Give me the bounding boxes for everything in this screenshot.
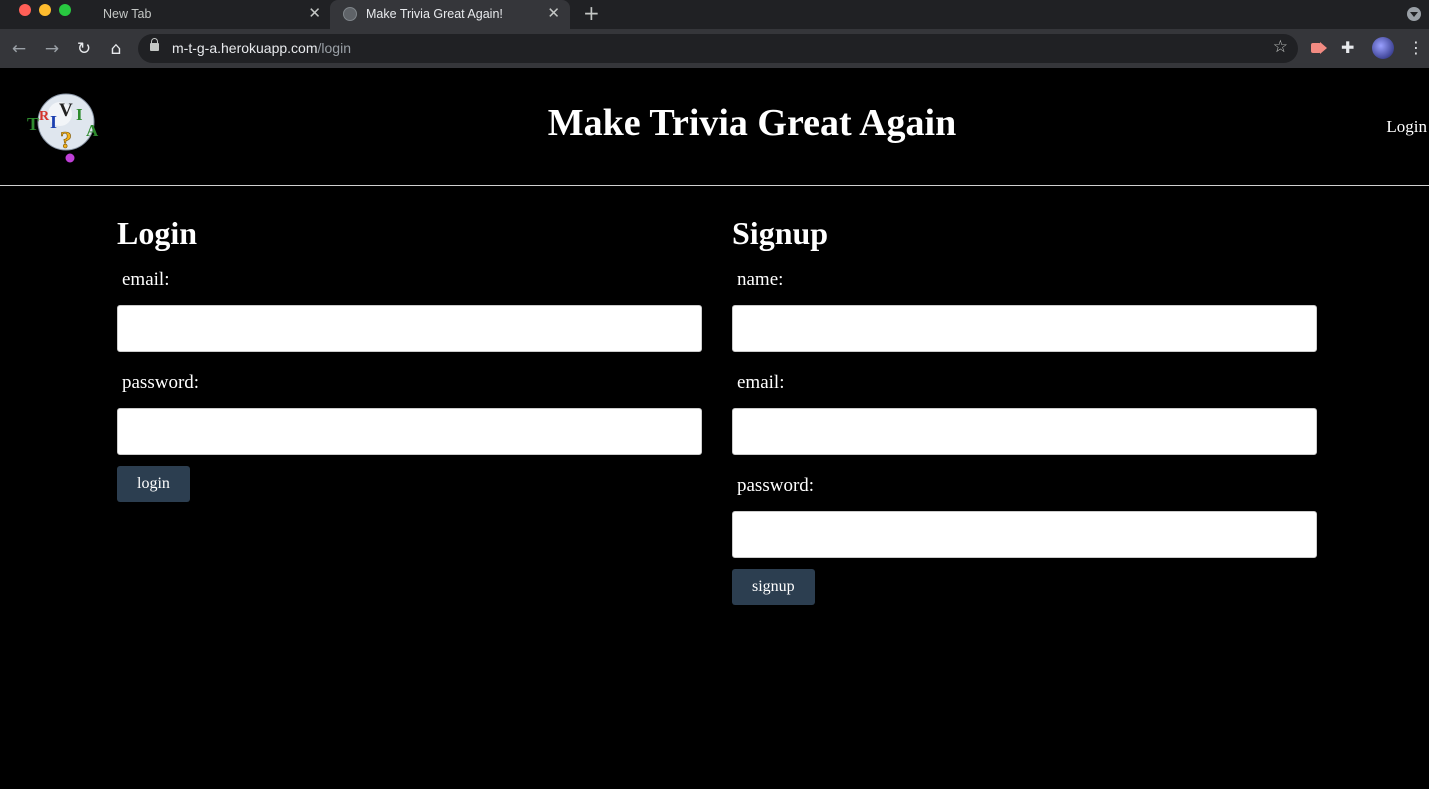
plus-icon[interactable]: + [583, 3, 600, 23]
signup-button[interactable]: signup [732, 569, 815, 605]
login-button[interactable]: login [117, 466, 190, 502]
url-host: m-t-g-a.herokuapp.com [172, 40, 318, 56]
login-password-field[interactable] [117, 408, 702, 455]
login-email-label: email: [122, 269, 170, 290]
arrow-right-icon[interactable]: → [41, 38, 63, 60]
signup-section: Signup name: email: password: signup [732, 214, 1318, 605]
window-minimize-button[interactable] [39, 4, 51, 16]
signup-email-label: email: [737, 372, 785, 393]
arrow-left-icon[interactable]: ← [8, 38, 30, 60]
signup-password-field[interactable] [732, 511, 1317, 558]
tab-title: Make Trivia Great Again! [366, 7, 503, 21]
video-extension-icon[interactable] [1310, 39, 1328, 57]
browser-tab-bar: New Tab ✕ Make Trivia Great Again! ✕ + [0, 0, 1429, 29]
signup-heading: Signup [732, 215, 829, 251]
star-icon[interactable]: ☆ [1273, 37, 1288, 57]
signup-name-label: name: [737, 269, 784, 290]
site-title: Make Trivia Great Again [547, 102, 957, 144]
lock-icon[interactable] [150, 38, 159, 51]
close-icon[interactable]: ✕ [547, 5, 560, 23]
tab-title: New Tab [103, 7, 152, 21]
tab-make-trivia[interactable]: Make Trivia Great Again! ✕ [330, 0, 570, 29]
login-email-field[interactable] [117, 305, 702, 352]
signup-email-field[interactable] [732, 408, 1317, 455]
tab-search-icon[interactable] [1407, 7, 1421, 21]
url-path: /login [317, 40, 351, 56]
browser-toolbar: ← → ↻ ⌂ m-t-g-a.herokuapp.com/login ☆ ✚ … [0, 29, 1429, 68]
window-close-button[interactable] [19, 4, 31, 16]
address-bar[interactable]: m-t-g-a.herokuapp.com/login ☆ [138, 34, 1298, 63]
url-text[interactable]: m-t-g-a.herokuapp.com/login [172, 40, 351, 56]
login-section: Login email: password: login [117, 214, 703, 502]
signup-name-field[interactable] [732, 305, 1317, 352]
globe-icon [343, 7, 357, 21]
page-content: T R I V I A ? Make Trivia Great Again Lo… [0, 68, 1429, 789]
login-password-label: password: [122, 372, 200, 393]
reload-icon[interactable]: ↻ [73, 38, 95, 60]
tab-new-tab[interactable]: New Tab ✕ [84, 0, 330, 29]
puzzle-icon[interactable]: ✚ [1341, 39, 1359, 57]
more-vert-icon[interactable]: ⋮ [1408, 37, 1424, 59]
login-heading: Login [117, 215, 198, 251]
signup-password-label: password: [737, 475, 815, 496]
home-icon[interactable]: ⌂ [105, 38, 127, 60]
site-header: T R I V I A ? Make Trivia Great Again Lo… [0, 68, 1429, 186]
close-icon[interactable]: ✕ [308, 5, 321, 23]
profile-avatar[interactable] [1372, 37, 1394, 59]
window-maximize-button[interactable] [59, 4, 71, 16]
nav-login-link[interactable]: Login [1386, 117, 1427, 137]
